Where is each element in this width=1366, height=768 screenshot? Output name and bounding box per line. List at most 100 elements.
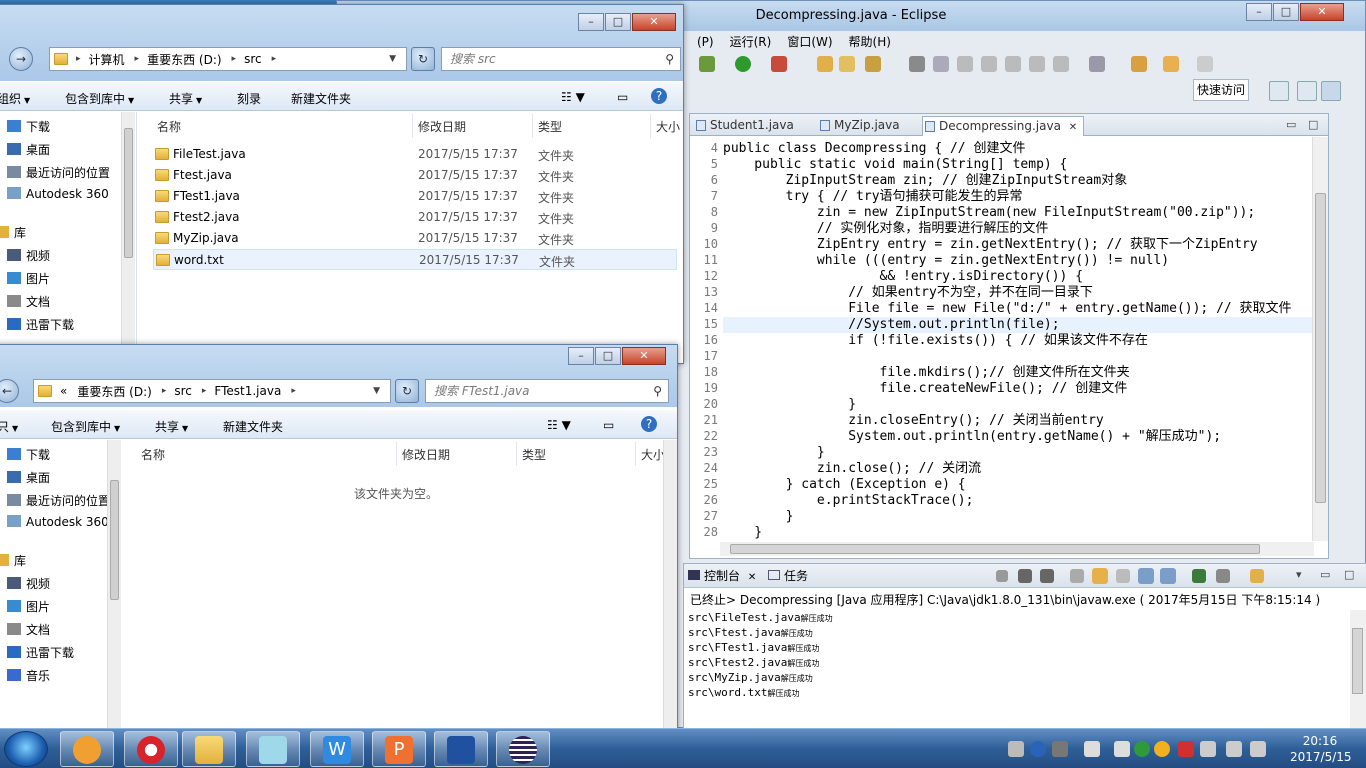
explorer-title-bar[interactable]: – □ ✕ → ▸ 计算机 ▸ 重要东西 (D:) ▸ src ▸ ▼ ↻ 搜索… (0, 5, 683, 81)
console-vertical-scrollbar[interactable] (1350, 610, 1366, 728)
share-button[interactable]: 共享 ▼ (169, 90, 202, 107)
explorer-title-bar[interactable]: – □ ✕ ← « 重要东西 (D:) ▸ src ▸ FTest1.java … (0, 345, 677, 407)
breadcrumb-drive[interactable]: 重要东西 (D:) (147, 51, 221, 68)
remove-all-icon[interactable] (1040, 569, 1054, 583)
editor-horizontal-scrollbar[interactable] (720, 542, 1314, 556)
include-in-library-button[interactable]: 包含到库中 ▼ (51, 418, 120, 435)
clear-console-icon[interactable] (1070, 569, 1084, 583)
external-tools-icon[interactable] (771, 56, 787, 72)
column-header[interactable]: 修改日期 (418, 118, 466, 135)
open-console-icon[interactable] (1250, 569, 1264, 583)
column-separator[interactable] (650, 114, 651, 138)
help-tray-icon[interactable] (1030, 741, 1046, 757)
debug-perspective-icon[interactable] (1321, 81, 1341, 101)
file-row[interactable]: FileTest.java 2017/5/15 17:37 文件夹 (153, 144, 677, 165)
include-in-library-button[interactable]: 包含到库中 ▼ (65, 90, 134, 107)
nav-item[interactable]: 最近访问的位置 (7, 492, 110, 509)
new-folder-button[interactable]: 新建文件夹 (223, 418, 283, 435)
minimize-view-icon[interactable]: ▭ (1286, 118, 1296, 131)
taskbar-app-wps-writer[interactable]: W (310, 731, 364, 767)
keyboard-icon[interactable] (1008, 741, 1024, 757)
column-header[interactable]: 大小 (641, 446, 665, 463)
menu-window[interactable]: 窗口(W) (787, 32, 832, 52)
pen-icon[interactable] (933, 56, 949, 72)
column-separator[interactable] (532, 114, 533, 138)
show-on-output-icon[interactable] (1138, 568, 1154, 584)
alert-icon[interactable] (1178, 741, 1194, 757)
close-tab-icon[interactable]: ✕ (1069, 122, 1077, 133)
maximize-button[interactable]: □ (1273, 3, 1299, 21)
network-icon[interactable] (1084, 741, 1100, 757)
new-folder-button[interactable]: 新建文件夹 (291, 90, 351, 107)
minimize-button[interactable]: – (578, 13, 604, 31)
organize-button[interactable]: 只▼ (0, 418, 18, 435)
whitespace-icon[interactable] (1029, 56, 1045, 72)
preview-pane-icon[interactable]: ▭ (603, 418, 614, 432)
file-row[interactable]: word.txt 2017/5/15 17:37 文件夹 (153, 249, 677, 270)
maximize-view-icon[interactable]: □ (1344, 568, 1354, 581)
tab-tasks[interactable]: 任务 (768, 568, 808, 584)
tab-student1[interactable]: Student1.java (694, 116, 800, 136)
annotation-icon[interactable] (909, 56, 925, 72)
column-header[interactable]: 类型 (538, 118, 562, 135)
nav-item[interactable]: 最近访问的位置 (7, 164, 110, 181)
back-button[interactable]: ← (0, 379, 19, 403)
volume-icon[interactable] (1114, 741, 1130, 757)
remove-launch-icon[interactable] (1018, 569, 1032, 583)
usb-icon[interactable] (1200, 741, 1216, 757)
scroll-lock-icon[interactable] (1092, 568, 1108, 584)
pin-console-icon[interactable] (1192, 569, 1206, 583)
search-tool-icon[interactable] (865, 56, 881, 72)
nav-item[interactable]: Autodesk 360 (7, 515, 109, 529)
minimize-view-icon[interactable]: ▭ (1320, 568, 1330, 581)
nav-item[interactable]: 迅雷下载 (7, 644, 74, 661)
file-row[interactable]: FTest1.java 2017/5/15 17:37 文件夹 (153, 186, 677, 207)
column-header[interactable]: 类型 (522, 446, 546, 463)
format-icon[interactable] (1005, 56, 1021, 72)
column-separator[interactable] (412, 114, 413, 138)
chevron-down-icon[interactable]: ▼ (389, 54, 396, 64)
paragraph-icon[interactable] (1053, 56, 1069, 72)
content-scrollbar[interactable] (663, 440, 677, 733)
tab-console[interactable]: 控制台 ✕ (688, 568, 756, 586)
show-on-error-icon[interactable] (1160, 568, 1176, 584)
taskbar-app-browser[interactable] (60, 731, 114, 767)
column-separator[interactable] (396, 442, 397, 466)
maximize-button[interactable]: □ (605, 13, 631, 31)
breadcrumb-ftest1[interactable]: FTest1.java (214, 384, 281, 398)
file-row[interactable]: Ftest.java 2017/5/15 17:37 文件夹 (153, 165, 677, 186)
display-console-icon[interactable] (1216, 569, 1230, 583)
new-package-icon[interactable] (817, 56, 833, 72)
qq-icon[interactable] (1154, 741, 1170, 757)
close-tab-icon[interactable]: ✕ (748, 572, 756, 583)
breadcrumb-drive[interactable]: 重要东西 (D:) (77, 383, 151, 400)
refresh-button[interactable]: ↻ (395, 379, 419, 403)
navigate-forward-icon[interactable] (1197, 56, 1213, 72)
maximize-view-icon[interactable]: □ (1308, 118, 1318, 131)
close-button[interactable]: ✕ (622, 347, 666, 365)
taskbar-app-notes[interactable] (246, 731, 300, 767)
breadcrumb-src[interactable]: src (244, 52, 262, 66)
power-icon[interactable] (1250, 741, 1266, 757)
nav-item[interactable]: 文档 (7, 293, 50, 310)
view-options-icon[interactable]: ☷ ▼ (561, 90, 585, 104)
column-header[interactable]: 名称 (141, 446, 165, 463)
clock[interactable]: 20:16 2017/5/15 (1290, 733, 1352, 765)
nav-item[interactable]: 迅雷下载 (7, 316, 74, 333)
close-button[interactable]: ✕ (1300, 3, 1344, 21)
nav-item[interactable]: Autodesk 360 (7, 187, 109, 201)
nav-item[interactable]: 下载 (7, 118, 50, 135)
toggle-icon[interactable] (957, 56, 973, 72)
nav-item[interactable]: 图片 (7, 598, 50, 615)
forward-button[interactable]: → (9, 47, 33, 71)
column-header[interactable]: 大小 (656, 118, 680, 135)
nav-item[interactable]: 视频 (7, 575, 50, 592)
next-annotation-icon[interactable] (1089, 56, 1105, 72)
quick-access-field[interactable]: 快速访问 (1193, 79, 1249, 101)
nav-item[interactable]: 文档 (7, 621, 50, 638)
nav-item[interactable]: 库 (0, 552, 26, 569)
arrow-tray-icon[interactable] (1052, 741, 1068, 757)
navigate-back-icon[interactable] (1163, 56, 1179, 72)
back-icon[interactable] (1131, 56, 1147, 72)
minimize-button[interactable]: – (568, 347, 594, 365)
